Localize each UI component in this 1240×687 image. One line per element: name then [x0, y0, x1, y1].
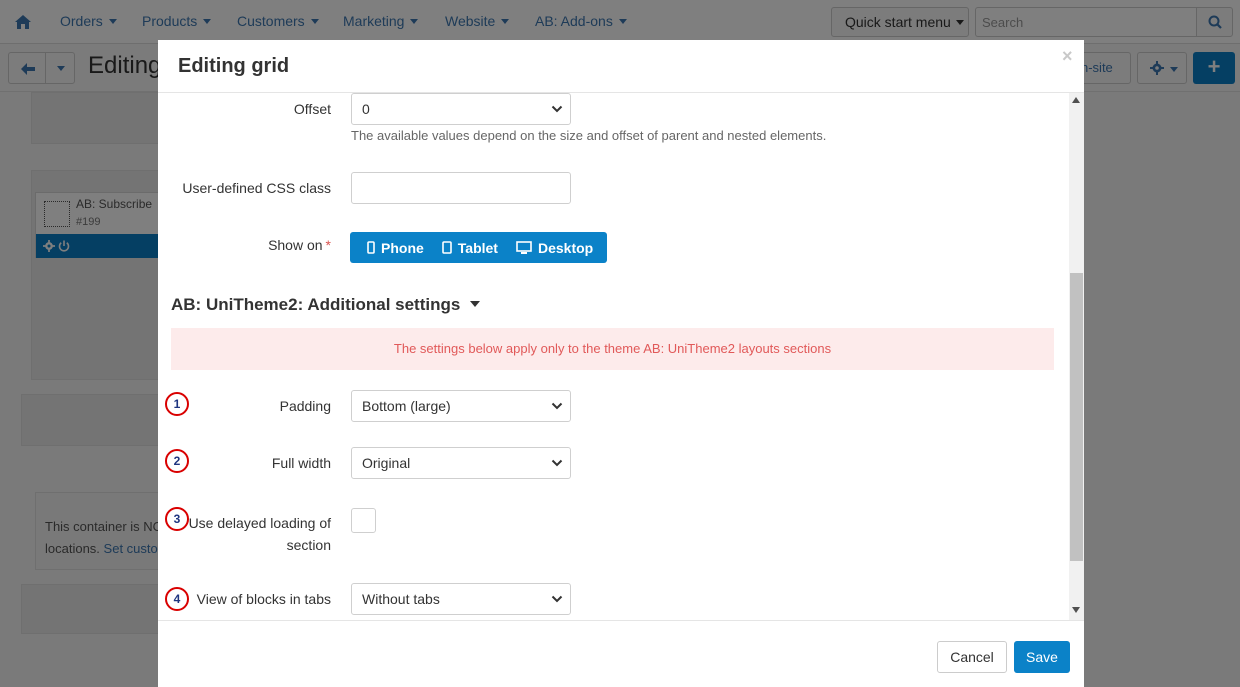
additional-settings-toggle[interactable]: AB: UniTheme2: Additional settings — [171, 295, 481, 315]
delayed-loading-label: Use delayed loading of section — [188, 515, 331, 553]
scroll-down-arrow-icon[interactable] — [1072, 607, 1080, 613]
cancel-button[interactable]: Cancel — [937, 641, 1007, 673]
full-width-select[interactable]: Original — [351, 447, 571, 479]
show-on-phone-toggle[interactable]: Phone — [350, 232, 433, 263]
editing-grid-modal: Editing grid × Offset 0 The available va… — [158, 40, 1084, 687]
scroll-up-arrow-icon[interactable] — [1072, 97, 1080, 103]
offset-help-text: The available values depend on the size … — [351, 128, 827, 143]
modal-scrollbar[interactable] — [1069, 93, 1084, 620]
delayed-loading-checkbox[interactable] — [351, 508, 376, 533]
padding-label: Padding — [279, 398, 331, 414]
tabs-view-label: View of blocks in tabs — [196, 591, 331, 607]
chevron-down-icon — [470, 301, 481, 307]
show-on-desktop-toggle[interactable]: Desktop — [507, 232, 607, 263]
show-on-tablet-toggle[interactable]: Tablet — [433, 232, 507, 263]
modal-footer: Cancel Save — [158, 620, 1084, 687]
tablet-icon — [441, 241, 452, 254]
chevron-down-icon — [551, 105, 563, 113]
theme-settings-alert: The settings below apply only to the the… — [171, 328, 1054, 370]
close-icon[interactable]: × — [1062, 46, 1073, 67]
chevron-down-icon — [551, 595, 563, 603]
padding-select[interactable]: Bottom (large) — [351, 390, 571, 422]
phone-icon — [367, 241, 375, 254]
show-on-label: Show on * — [268, 237, 331, 253]
full-width-label: Full width — [271, 455, 331, 471]
offset-label: Offset — [293, 101, 331, 117]
show-on-device-group: Phone Tablet Desktop — [350, 232, 608, 263]
chevron-down-icon — [551, 459, 563, 467]
modal-title: Editing grid — [178, 55, 290, 77]
modal-header: Editing grid × — [158, 40, 1084, 93]
scrollbar-thumb[interactable] — [1070, 273, 1083, 561]
chevron-down-icon — [551, 402, 563, 410]
desktop-icon — [516, 241, 532, 254]
tabs-view-select[interactable]: Without tabs — [351, 583, 571, 615]
css-class-input[interactable] — [351, 172, 571, 204]
offset-select[interactable]: 0 — [351, 93, 571, 125]
css-class-label: User-defined CSS class — [182, 180, 331, 196]
modal-body: Offset 0 The available values depend on … — [158, 93, 1084, 620]
required-mark: * — [325, 237, 331, 253]
save-button[interactable]: Save — [1014, 641, 1070, 673]
